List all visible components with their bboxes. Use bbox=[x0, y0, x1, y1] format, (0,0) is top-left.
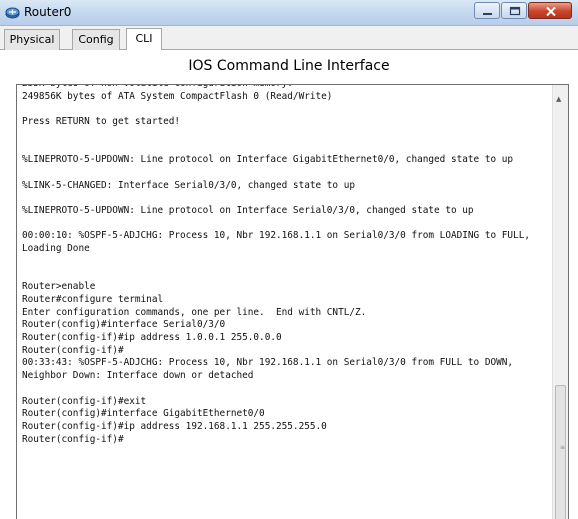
tab-cli[interactable]: CLI bbox=[126, 28, 162, 50]
grip-icon: ≡ bbox=[560, 444, 566, 451]
vertical-scrollbar[interactable]: ▲ ≡ bbox=[552, 85, 568, 519]
tab-physical[interactable]: Physical bbox=[4, 29, 60, 50]
scroll-thumb[interactable]: ≡ bbox=[555, 385, 566, 519]
cli-line: 00:00:10: %OSPF-5-ADJCHG: Process 10, Nb… bbox=[22, 230, 536, 255]
cli-line: Router(config-if)#exit bbox=[22, 395, 147, 407]
tab-config[interactable]: Config bbox=[72, 29, 120, 50]
cli-heading: IOS Command Line Interface bbox=[188, 58, 390, 74]
minimize-icon bbox=[483, 13, 492, 15]
cli-line: %LINK-5-CHANGED: Interface Serial0/3/0, … bbox=[22, 179, 356, 191]
close-icon bbox=[546, 6, 556, 17]
cli-line: Router(config)#interface Serial0/3/0 bbox=[22, 319, 226, 331]
cli-line: Router(config-if)#ip address 192.168.1.1… bbox=[22, 420, 327, 432]
tab-bar: Physical Config CLI bbox=[0, 26, 578, 50]
maximize-icon bbox=[509, 6, 521, 16]
close-button[interactable] bbox=[528, 2, 572, 19]
cli-line: Router(config-if)#ip address 1.0.0.1 255… bbox=[22, 332, 282, 344]
minimize-button[interactable] bbox=[474, 2, 500, 19]
cli-line: 00:33:43: %OSPF-5-ADJCHG: Process 10, Nb… bbox=[22, 357, 519, 382]
cli-line: %LINEPROTO-5-UPDOWN: Line protocol on In… bbox=[22, 205, 474, 217]
cli-line: Router(config-if)# bbox=[22, 344, 124, 356]
cli-output[interactable]: 255K bytes of non-volatile configuration… bbox=[22, 85, 550, 446]
window-titlebar[interactable]: Router0 bbox=[0, 0, 578, 26]
cli-line: 255K bytes of non-volatile configuration… bbox=[22, 85, 293, 89]
maximize-button[interactable] bbox=[501, 2, 527, 19]
cli-line: Enter configuration commands, one per li… bbox=[22, 306, 367, 318]
cli-line: Router(config-if)# bbox=[22, 433, 124, 445]
cli-console[interactable]: 255K bytes of non-volatile configuration… bbox=[16, 84, 569, 519]
cli-line: Press RETURN to get started! bbox=[22, 116, 181, 128]
router-icon bbox=[5, 5, 20, 20]
cli-line: %LINEPROTO-5-UPDOWN: Line protocol on In… bbox=[22, 154, 514, 166]
cli-line: Router#configure terminal bbox=[22, 293, 164, 305]
cli-line: 249856K bytes of ATA System CompactFlash… bbox=[22, 90, 333, 102]
cli-line: Router>enable bbox=[22, 281, 96, 293]
scroll-up-icon[interactable]: ▲ bbox=[556, 95, 561, 103]
window-title: Router0 bbox=[24, 5, 72, 19]
window-controls bbox=[473, 2, 572, 19]
cli-line: Router(config)#interface GigabitEthernet… bbox=[22, 408, 265, 420]
